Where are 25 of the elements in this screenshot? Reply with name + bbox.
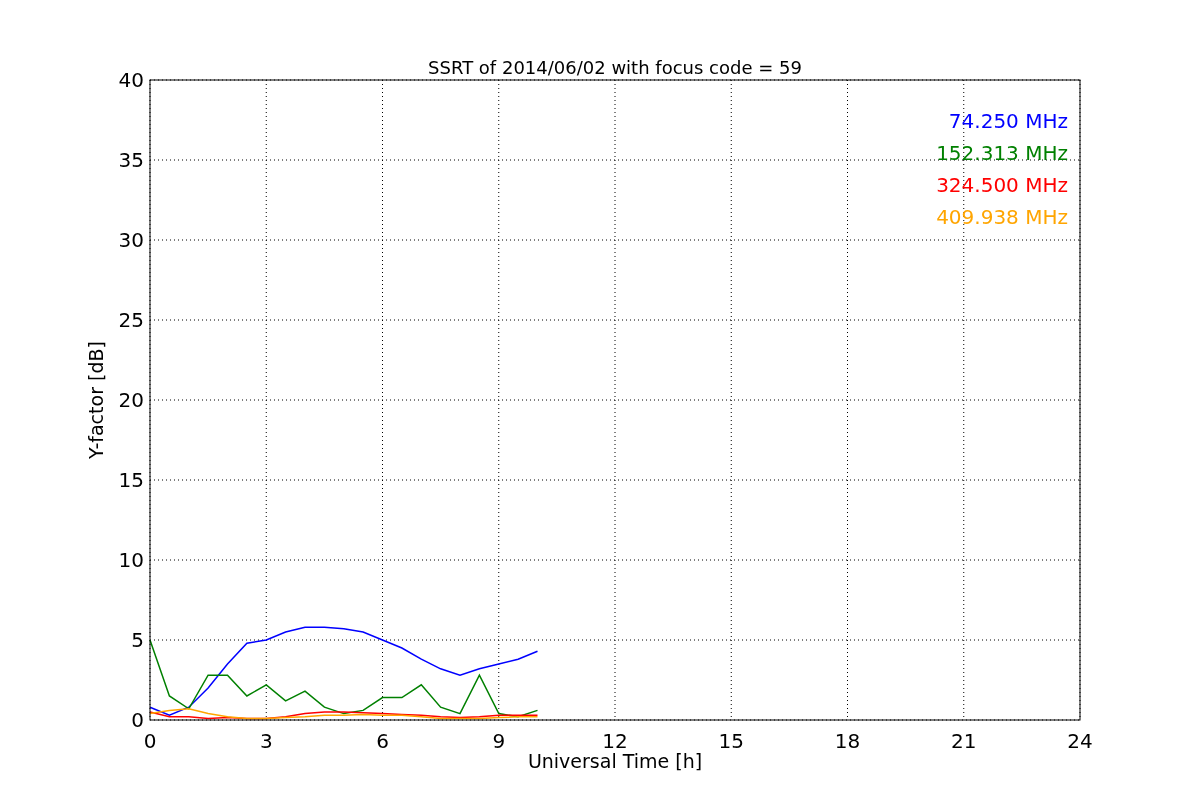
x-tick-label: 0 [143, 729, 157, 753]
legend-label: 152.313 MHz [936, 141, 1068, 165]
x-tick-label: 15 [718, 729, 744, 753]
y-tick-label: 0 [131, 708, 144, 732]
y-tick-label: 30 [118, 228, 144, 252]
x-tick-label: 12 [602, 729, 628, 753]
x-tick-label: 21 [951, 729, 977, 753]
legend-label: 324.500 MHz [936, 173, 1068, 197]
y-tick-label: 20 [118, 388, 144, 412]
chart-title: SSRT of 2014/06/02 with focus code = 59 [428, 57, 802, 78]
y-tick-label: 35 [118, 148, 144, 172]
y-tick-label: 40 [118, 68, 144, 92]
y-axis-label: Y-factor [dB] [85, 341, 107, 459]
x-tick-label: 3 [259, 729, 273, 753]
x-tick-label: 6 [376, 729, 389, 753]
x-tick-label: 24 [1067, 729, 1093, 753]
y-tick-label: 10 [118, 548, 144, 572]
y-tick-label: 15 [118, 468, 144, 492]
x-tick-label: 18 [834, 729, 861, 753]
y-tick-label: 25 [118, 308, 144, 332]
legend-label: 74.250 MHz [948, 109, 1068, 133]
y-tick-label: 5 [131, 628, 144, 652]
x-tick-label: 9 [492, 729, 506, 753]
legend-label: 409.938 MHz [936, 205, 1068, 229]
x-axis-label: Universal Time [h] [527, 750, 703, 772]
